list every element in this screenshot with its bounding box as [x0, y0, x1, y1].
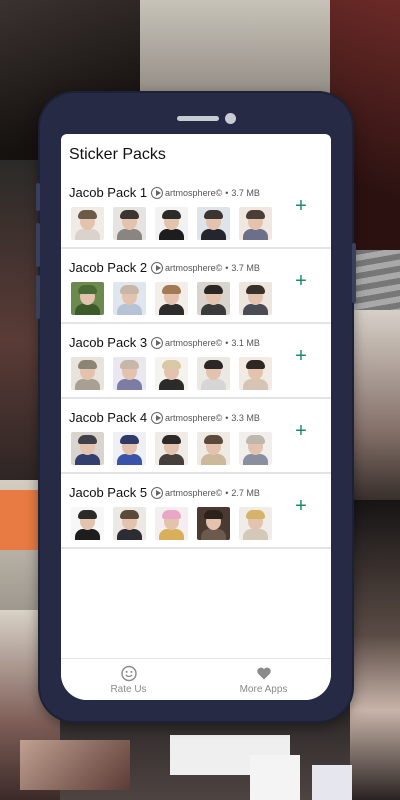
pack-author: artmosphere© [165, 487, 223, 498]
sticker-thumbnail [113, 282, 146, 315]
sticker-pack-row[interactable]: Jacob Pack 2 artmosphere© • 3.7 MB + [61, 249, 331, 324]
sticker-thumbnail [113, 507, 146, 540]
sticker-thumbnail [113, 432, 146, 465]
sticker-thumbnail [155, 507, 188, 540]
sticker-thumbnail [113, 207, 146, 240]
pack-name: Jacob Pack 3 [69, 335, 148, 350]
sticker-thumbnail [71, 282, 104, 315]
sticker-thumbnail [155, 207, 188, 240]
sticker-thumbnail [197, 432, 230, 465]
sticker-thumbnail [197, 357, 230, 390]
sticker-thumbnails [71, 357, 272, 390]
add-pack-button[interactable]: + [291, 421, 311, 441]
add-pack-button[interactable]: + [291, 346, 311, 366]
pack-header: Jacob Pack 3 artmosphere© • 3.1 MB [69, 335, 260, 350]
pack-header: Jacob Pack 2 artmosphere© • 3.7 MB [69, 260, 260, 275]
sticker-pack-row[interactable]: Jacob Pack 4 artmosphere© • 3.3 MB + [61, 399, 331, 474]
pack-author: artmosphere© [165, 262, 223, 273]
pack-header: Jacob Pack 1 artmosphere© • 3.7 MB [69, 185, 260, 200]
separator-dot: • [225, 487, 229, 498]
phone-camera [225, 113, 236, 124]
sticker-thumbnail [239, 432, 272, 465]
pack-author: artmosphere© [165, 337, 223, 348]
sticker-thumbnails [71, 207, 272, 240]
rate-us-label: Rate Us [110, 683, 147, 695]
heart-icon [256, 667, 271, 679]
bottom-nav: Rate Us More Apps [61, 658, 331, 700]
phone-screen: Sticker Packs Jacob Pack 1 artmosphere© … [61, 134, 331, 700]
sticker-thumbnail [155, 357, 188, 390]
sticker-thumbnails [71, 282, 272, 315]
page-title: Sticker Packs [69, 146, 166, 163]
play-icon[interactable] [151, 486, 164, 499]
sticker-thumbnail [71, 432, 104, 465]
pack-name: Jacob Pack 4 [69, 410, 148, 425]
pack-size: 3.7 MB [231, 187, 260, 198]
sticker-thumbnail [239, 507, 272, 540]
play-icon[interactable] [151, 186, 164, 199]
sticker-thumbnail [155, 432, 188, 465]
sticker-thumbnail [239, 357, 272, 390]
separator-dot: • [225, 262, 229, 273]
pack-author: artmosphere© [165, 187, 223, 198]
play-icon[interactable] [151, 261, 164, 274]
sticker-pack-list: Jacob Pack 1 artmosphere© • 3.7 MB + Jac… [61, 174, 331, 549]
separator-dot: • [225, 187, 229, 198]
sticker-thumbnail [239, 207, 272, 240]
sticker-thumbnail [197, 282, 230, 315]
sticker-thumbnail [71, 357, 104, 390]
pack-size: 3.7 MB [231, 262, 260, 273]
sticker-thumbnail [113, 357, 146, 390]
more-apps-label: More Apps [239, 683, 288, 695]
add-pack-button[interactable]: + [291, 496, 311, 516]
play-icon[interactable] [151, 411, 164, 424]
add-pack-button[interactable]: + [291, 271, 311, 291]
sticker-pack-row[interactable]: Jacob Pack 5 artmosphere© • 2.7 MB + [61, 474, 331, 549]
sticker-thumbnail [155, 282, 188, 315]
sticker-thumbnail [197, 207, 230, 240]
sticker-pack-row[interactable]: Jacob Pack 1 artmosphere© • 3.7 MB + [61, 174, 331, 249]
pack-name: Jacob Pack 5 [69, 485, 148, 500]
smiley-icon [120, 665, 137, 681]
pack-name: Jacob Pack 2 [69, 260, 148, 275]
pack-size: 2.7 MB [231, 487, 260, 498]
sticker-thumbnail [71, 207, 104, 240]
separator-dot: • [225, 412, 229, 423]
sticker-thumbnail [197, 507, 230, 540]
sticker-thumbnails [71, 432, 272, 465]
play-icon[interactable] [151, 336, 164, 349]
phone-speaker [177, 116, 219, 121]
sticker-thumbnail [239, 282, 272, 315]
sticker-thumbnail [71, 507, 104, 540]
pack-size: 3.3 MB [231, 412, 260, 423]
pack-author: artmosphere© [165, 412, 223, 423]
pack-header: Jacob Pack 4 artmosphere© • 3.3 MB [69, 410, 260, 425]
sticker-thumbnails [71, 507, 272, 540]
more-apps-button[interactable]: More Apps [196, 659, 331, 700]
add-pack-button[interactable]: + [291, 196, 311, 216]
sticker-pack-row[interactable]: Jacob Pack 3 artmosphere© • 3.1 MB + [61, 324, 331, 399]
rate-us-button[interactable]: Rate Us [61, 659, 196, 700]
pack-size: 3.1 MB [231, 337, 260, 348]
pack-name: Jacob Pack 1 [69, 185, 148, 200]
separator-dot: • [225, 337, 229, 348]
phone-notch [130, 93, 262, 133]
pack-header: Jacob Pack 5 artmosphere© • 2.7 MB [69, 485, 260, 500]
